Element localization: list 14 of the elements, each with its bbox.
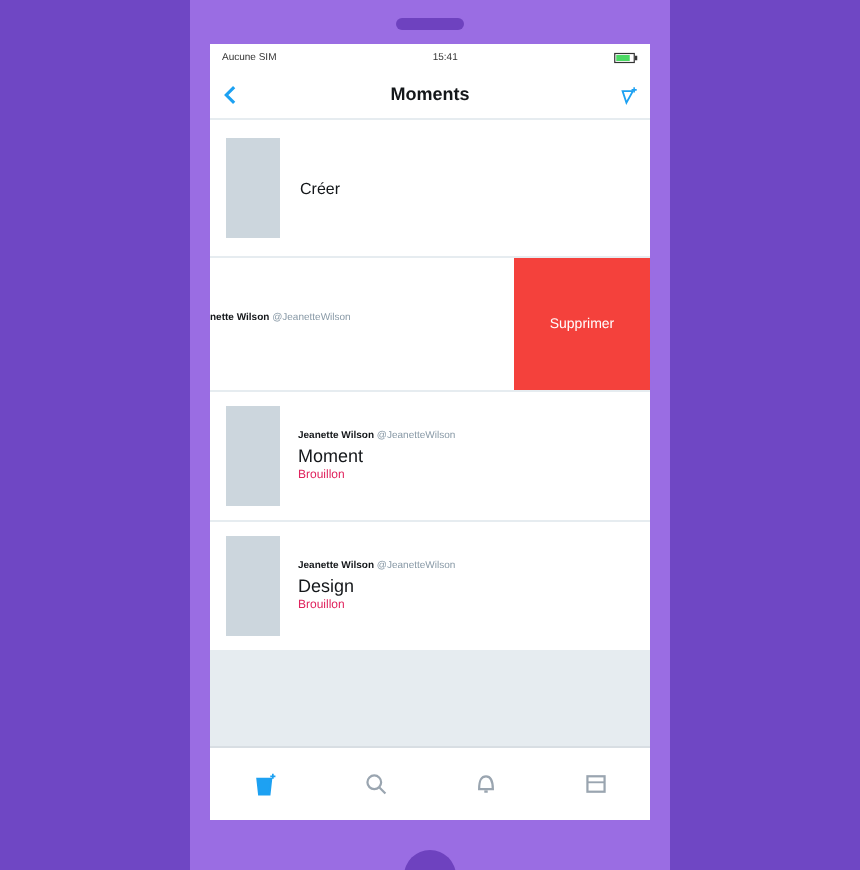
thumbnail-placeholder <box>226 406 280 506</box>
moment-title: Design <box>298 576 357 596</box>
add-moment-icon[interactable] <box>619 83 638 105</box>
back-icon[interactable] <box>222 83 240 105</box>
screen-title: Moments <box>390 84 470 104</box>
speaker-slot <box>396 18 464 30</box>
battery-icon <box>613 51 638 63</box>
bell-icon <box>473 772 497 796</box>
moment-title: Moment <box>298 446 366 466</box>
create-label[interactable]: Créer <box>300 179 341 197</box>
envelope-icon <box>583 772 607 796</box>
search-icon <box>363 772 387 796</box>
thumbnail-placeholder <box>226 536 280 636</box>
thumbnail-placeholder <box>226 138 280 238</box>
